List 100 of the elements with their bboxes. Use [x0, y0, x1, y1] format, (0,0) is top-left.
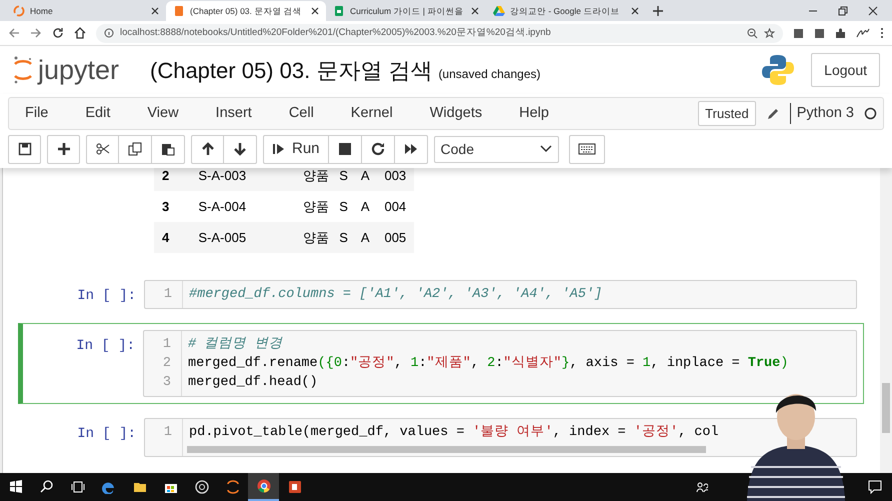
clipboard-icon: [161, 142, 175, 156]
notebook-title[interactable]: (Chapter 05) 03. 문자열 검색: [150, 54, 432, 86]
notification-icon[interactable]: [868, 480, 882, 494]
triangle-logo-icon: [493, 5, 505, 17]
menu-item[interactable]: Help: [519, 102, 549, 124]
code-input-area[interactable]: 1 pd.pivot_table(merged_df, values = '불량 여부', index = '공정', col: [144, 418, 857, 457]
back-icon[interactable]: [8, 27, 20, 39]
close-icon[interactable]: [151, 7, 159, 15]
table-cell-text: A: [360, 168, 371, 185]
logout-button[interactable]: Logout: [811, 53, 880, 87]
command-palette-button[interactable]: [568, 134, 605, 164]
more-icon[interactable]: [880, 27, 884, 39]
table-cell-text: S-A-005: [198, 228, 248, 247]
table-cell-text: A: [360, 228, 371, 247]
code-line: merged_df.head(): [188, 374, 318, 392]
jupyter-logo-icon: [13, 5, 25, 17]
paste-button[interactable]: [152, 134, 185, 164]
menu-item[interactable]: Insert: [216, 102, 252, 124]
table-cell-text: A: [360, 198, 371, 216]
code-input-area[interactable]: 1 #merged_df.columns = ['A1', 'A2', 'A3', 'A4', 'A5']: [144, 280, 857, 309]
scissors-icon: [96, 142, 110, 156]
taskbar-button[interactable]: [248, 473, 279, 501]
search-icon: [40, 480, 54, 494]
forward-icon[interactable]: [30, 27, 42, 39]
run-all-button[interactable]: [394, 134, 428, 164]
vertical-scrollbar[interactable]: [882, 383, 890, 433]
table-cell-text: 양품: [302, 168, 330, 185]
menu-item[interactable]: Cell: [288, 102, 314, 124]
code-line: merged_df.rename({0:"공정", 1:"제품", 2:"식별자"}, axis = 1, inplace = True): [188, 354, 788, 373]
table-cell-text: 005: [384, 228, 408, 247]
reload-icon[interactable]: [52, 27, 64, 39]
fast-forward-icon: [404, 142, 418, 156]
cell-prompt: In [ ]:: [75, 337, 136, 356]
stop-icon: [338, 142, 352, 156]
plus-icon: [56, 142, 70, 156]
task-view-icon: [70, 480, 84, 494]
address-bar[interactable]: localhost:8888/notebooks/Untitled%20Folder%201/(Chapter%2005)%2003.%20문자열%20검색.ipynb: [96, 24, 783, 42]
code-input-area[interactable]: 1 2 3 # 컬럼명 변경 merged_df.rename({0:"공정", 1:"제품", 2:"식별자"}, axis = 1, inplace = True) merged_df.head(): [143, 330, 857, 397]
extension-icon[interactable]: [814, 28, 825, 38]
start-icon: [8, 480, 22, 494]
interrupt-button[interactable]: [328, 134, 362, 164]
browser-tab[interactable]: (Chapter 05) 03. 문자열 검색: [166, 1, 326, 21]
copy-icon: [128, 142, 142, 156]
cell-prompt: In [ ]:: [76, 425, 137, 444]
copy-button[interactable]: [119, 134, 152, 164]
star-icon[interactable]: [764, 28, 775, 38]
menu-item[interactable]: File: [25, 102, 48, 124]
signature-icon[interactable]: [856, 28, 870, 38]
insert-cell-button[interactable]: [47, 134, 80, 164]
table-cell-text: S-A-003: [198, 168, 248, 185]
close-icon[interactable]: [868, 6, 878, 16]
close-icon[interactable]: [471, 7, 479, 15]
table-cell-text: 004: [384, 198, 408, 216]
code-cell[interactable]: In [ ]: 1 pd.pivot_table(merged_df, values = '불량 여부', index = '공정', col: [21, 411, 864, 464]
line-number: 1: [162, 336, 172, 354]
line-number: 1: [162, 286, 173, 304]
save-button[interactable]: [8, 134, 41, 164]
menu-item[interactable]: Edit: [85, 102, 110, 124]
menu-item[interactable]: View: [147, 102, 179, 124]
extension-icon[interactable]: [793, 28, 804, 38]
save-status: (unsaved changes): [438, 66, 541, 82]
chevron-down-icon: [540, 145, 552, 153]
table-cell-text: 양품: [302, 228, 330, 247]
home-icon[interactable]: [74, 27, 86, 39]
jupyter-logo-icon: [226, 480, 240, 494]
kernel-idle-icon: [864, 107, 877, 120]
puzzle-icon[interactable]: [835, 28, 846, 38]
reload-icon: [370, 142, 385, 156]
code-cell[interactable]: In [ ]: 1 2 3 # 컬럼명 변경 merged_df.rename({0:"공정", 1:"제품", 2:"식별자"}, axis = 1, inplace = True) merged_df.head(): [18, 323, 864, 404]
move-down-button[interactable]: [224, 134, 257, 164]
table-cell-text: 양품: [302, 198, 330, 216]
table-cell-text: S: [339, 198, 349, 216]
cut-button[interactable]: [86, 134, 119, 164]
code-line: pd.pivot_table(merged_df, values = '불량 여부', index = '공정', col: [189, 424, 719, 442]
zoom-icon[interactable]: [747, 28, 758, 38]
logo-wordmark: jupyter: [38, 56, 120, 84]
menu-item[interactable]: Widgets: [430, 102, 482, 124]
save-icon: [18, 142, 32, 156]
cell-prompt: In [ ]:: [76, 287, 137, 306]
arrow-down-icon: [233, 142, 247, 156]
row-index: 2: [161, 168, 170, 185]
close-icon[interactable]: [311, 7, 319, 15]
pencil-icon[interactable]: [766, 106, 780, 120]
people-icon[interactable]: [696, 481, 708, 493]
move-up-button[interactable]: [191, 134, 224, 164]
code-cell[interactable]: In [ ]: 1 #merged_df.columns = ['A1', 'A2', 'A3', 'A4', 'A5']: [21, 273, 864, 316]
restore-icon[interactable]: [838, 6, 848, 16]
restart-button[interactable]: [362, 134, 395, 164]
line-number: 2: [162, 355, 172, 373]
line-number: 1: [162, 424, 173, 442]
close-icon[interactable]: [631, 7, 639, 15]
info-icon: [104, 28, 114, 38]
run-button[interactable]: Run: [263, 134, 329, 164]
step-icon: [272, 142, 286, 156]
table-cell-text: S: [339, 228, 349, 247]
menu-item[interactable]: Kernel: [350, 102, 393, 124]
horizontal-scrollbar[interactable]: [187, 446, 706, 453]
cell-type-dropdown[interactable]: Code: [434, 136, 559, 162]
keyboard-icon: [578, 143, 596, 155]
trusted-indicator[interactable]: Trusted: [698, 100, 756, 126]
